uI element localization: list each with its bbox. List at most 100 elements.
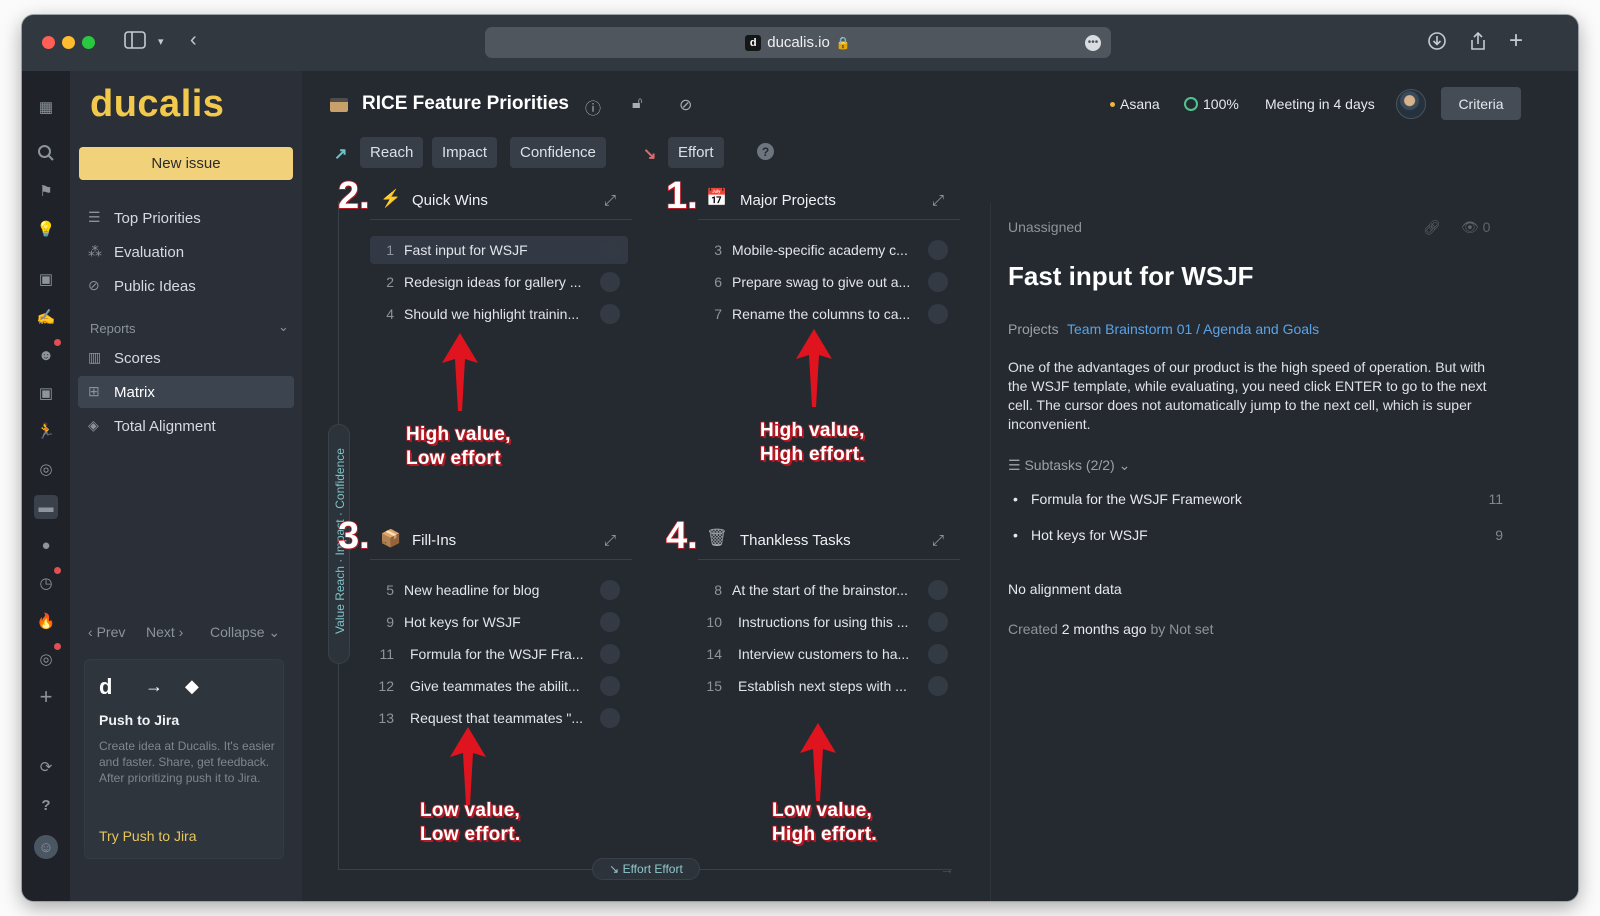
status-circle[interactable] bbox=[600, 304, 620, 324]
status-circle[interactable] bbox=[928, 580, 948, 600]
assignee-selector[interactable]: Unassigned bbox=[1008, 219, 1082, 235]
sidebar-item-public-ideas[interactable]: ⊘ Public Ideas bbox=[78, 270, 294, 302]
board-runner-icon[interactable]: 🏃 bbox=[34, 419, 58, 443]
info-icon[interactable]: ⓘ bbox=[585, 95, 601, 119]
address-bar[interactable]: d ducalis.io 🔒 ••• bbox=[485, 27, 1111, 58]
help-icon[interactable]: ? bbox=[757, 143, 774, 160]
asana-integration[interactable]: Asana bbox=[1110, 96, 1160, 112]
chevron-down-icon[interactable]: ▾ bbox=[158, 35, 164, 48]
list-item[interactable]: 7 Rename the columns to ca... bbox=[698, 300, 956, 328]
status-circle[interactable] bbox=[600, 676, 620, 696]
board-target-icon[interactable]: ◎ bbox=[34, 457, 58, 481]
zoom-window-button[interactable] bbox=[82, 36, 95, 49]
sidebar-item-scores[interactable]: ▥ Scores bbox=[78, 342, 294, 374]
list-item[interactable]: 13 Request that teammates "... bbox=[370, 704, 628, 732]
public-off-icon[interactable]: ⊘ bbox=[679, 95, 692, 115]
user-avatar[interactable] bbox=[1396, 89, 1426, 119]
list-item[interactable]: 2 Redesign ideas for gallery ... bbox=[370, 268, 628, 296]
expand-icon[interactable]: ⤢ bbox=[932, 192, 944, 209]
board-flag-icon[interactable]: ⚑ bbox=[34, 179, 58, 203]
apps-grid-icon[interactable]: ▦ bbox=[34, 95, 58, 119]
projects-link[interactable]: Team Brainstorm 01 / Agenda and Goals bbox=[1067, 321, 1319, 337]
item-text: Hot keys for WSJF bbox=[404, 614, 521, 630]
status-circle[interactable] bbox=[928, 644, 948, 664]
list-item[interactable]: 9 Hot keys for WSJF bbox=[370, 608, 628, 636]
board-emoji-icon[interactable]: ☻ bbox=[34, 343, 58, 367]
reports-section-label[interactable]: Reports bbox=[90, 321, 136, 336]
board-hand-icon[interactable]: ✍ bbox=[34, 305, 58, 329]
sync-icon[interactable]: ⟳ bbox=[34, 755, 58, 779]
status-circle[interactable] bbox=[600, 644, 620, 664]
board-current-icon[interactable]: ▬ bbox=[34, 495, 58, 519]
factor-impact[interactable]: Impact bbox=[432, 137, 498, 168]
user-avatar-icon[interactable]: ☺ bbox=[34, 835, 58, 859]
factor-reach[interactable]: Reach bbox=[360, 137, 424, 168]
board-lightbulb-icon[interactable]: 💡 bbox=[34, 217, 58, 241]
list-item[interactable]: 4 Should we highlight trainin... bbox=[370, 300, 628, 328]
status-circle[interactable] bbox=[928, 272, 948, 292]
status-circle[interactable] bbox=[600, 580, 620, 600]
list-item[interactable]: 12 Give teammates the abilit... bbox=[370, 672, 628, 700]
status-circle[interactable] bbox=[600, 612, 620, 632]
issue-title[interactable]: Fast input for WSJF bbox=[1008, 261, 1254, 292]
status-circle[interactable] bbox=[600, 240, 620, 260]
list-item[interactable]: 3 Mobile-specific academy c... bbox=[698, 236, 956, 264]
next-button[interactable]: Next › bbox=[146, 624, 183, 640]
status-circle[interactable] bbox=[928, 612, 948, 632]
criteria-button[interactable]: Criteria bbox=[1441, 87, 1521, 120]
list-item[interactable]: 14 Interview customers to ha... bbox=[698, 640, 956, 668]
back-arrow-icon[interactable]: ‹ bbox=[190, 29, 197, 52]
watchers-icon[interactable]: 👁︎ 0 bbox=[1461, 219, 1490, 236]
meeting-label[interactable]: Meeting in 4 days bbox=[1265, 96, 1375, 112]
prev-button[interactable]: ‹ Prev bbox=[88, 624, 125, 640]
unlock-icon[interactable]: 🔓︎ bbox=[632, 95, 642, 113]
search-icon[interactable] bbox=[34, 141, 58, 165]
expand-icon[interactable]: ⤢ bbox=[932, 532, 944, 549]
status-circle[interactable] bbox=[928, 304, 948, 324]
status-circle[interactable] bbox=[600, 708, 620, 728]
status-circle[interactable] bbox=[928, 676, 948, 696]
list-item[interactable]: 10 Instructions for using this ... bbox=[698, 608, 956, 636]
sidebar-item-top-priorities[interactable]: ☰ Top Priorities bbox=[78, 202, 294, 234]
board-fire-icon[interactable]: 🔥 bbox=[34, 609, 58, 633]
list-item[interactable]: 6 Prepare swag to give out a... bbox=[698, 268, 956, 296]
new-issue-button[interactable]: New issue bbox=[79, 147, 293, 180]
main-content: RICE Feature Priorities ⓘ 🔓︎ ⊘ Asana 100… bbox=[302, 71, 1578, 901]
minimize-window-button[interactable] bbox=[62, 36, 75, 49]
factor-effort[interactable]: Effort bbox=[668, 137, 724, 168]
issue-description[interactable]: One of the advantages of our product is … bbox=[1008, 358, 1498, 434]
board-calendar-2-icon[interactable]: ▣ bbox=[34, 381, 58, 405]
board-clock-icon[interactable]: ◷ bbox=[34, 571, 58, 595]
status-circle[interactable] bbox=[600, 272, 620, 292]
help-icon[interactable]: ? bbox=[34, 793, 58, 817]
sidebar-item-evaluation[interactable]: ⁂ Evaluation bbox=[78, 236, 294, 268]
list-item[interactable]: 8 At the start of the brainstor... bbox=[698, 576, 956, 604]
expand-icon[interactable]: ⤢ bbox=[604, 532, 616, 549]
sidebar-item-total-alignment[interactable]: ◈ Total Alignment bbox=[78, 410, 294, 442]
close-window-button[interactable] bbox=[42, 36, 55, 49]
board-globe-icon[interactable]: ● bbox=[34, 533, 58, 557]
factor-confidence[interactable]: Confidence bbox=[510, 137, 606, 168]
more-options-icon[interactable]: ••• bbox=[1085, 35, 1101, 51]
sidebar-item-matrix[interactable]: ⊞ Matrix bbox=[78, 376, 294, 408]
sidebar-toggle-icon[interactable] bbox=[124, 31, 146, 54]
list-item[interactable]: 5 New headline for blog bbox=[370, 576, 628, 604]
list-item[interactable]: 15 Establish next steps with ... bbox=[698, 672, 956, 700]
status-circle[interactable] bbox=[928, 240, 948, 260]
collapse-button[interactable]: Collapse ⌄ bbox=[210, 624, 280, 641]
progress-indicator[interactable]: 100% bbox=[1184, 96, 1239, 112]
expand-icon[interactable]: ⤢ bbox=[604, 192, 616, 209]
ducalis-logo[interactable]: ducalis bbox=[90, 83, 224, 126]
download-icon[interactable] bbox=[1427, 31, 1447, 56]
board-target-2-icon[interactable]: ◎ bbox=[34, 647, 58, 671]
new-tab-icon[interactable]: + bbox=[1509, 27, 1523, 55]
try-push-to-jira-link[interactable]: Try Push to Jira bbox=[99, 828, 197, 844]
link-icon[interactable]: 🔗︎ bbox=[1423, 219, 1441, 236]
list-item[interactable]: 1 Fast input for WSJF bbox=[370, 236, 628, 264]
board-calendar-icon[interactable]: ▣ bbox=[34, 267, 58, 291]
list-item[interactable]: 11 Formula for the WSJF Fra... bbox=[370, 640, 628, 668]
share-icon[interactable] bbox=[1469, 31, 1487, 56]
add-board-icon[interactable]: + bbox=[34, 684, 58, 709]
chevron-down-icon[interactable]: ⌄ bbox=[278, 319, 289, 335]
subtasks-toggle[interactable]: ☰ Subtasks (2/2) ⌄ bbox=[1008, 457, 1130, 474]
